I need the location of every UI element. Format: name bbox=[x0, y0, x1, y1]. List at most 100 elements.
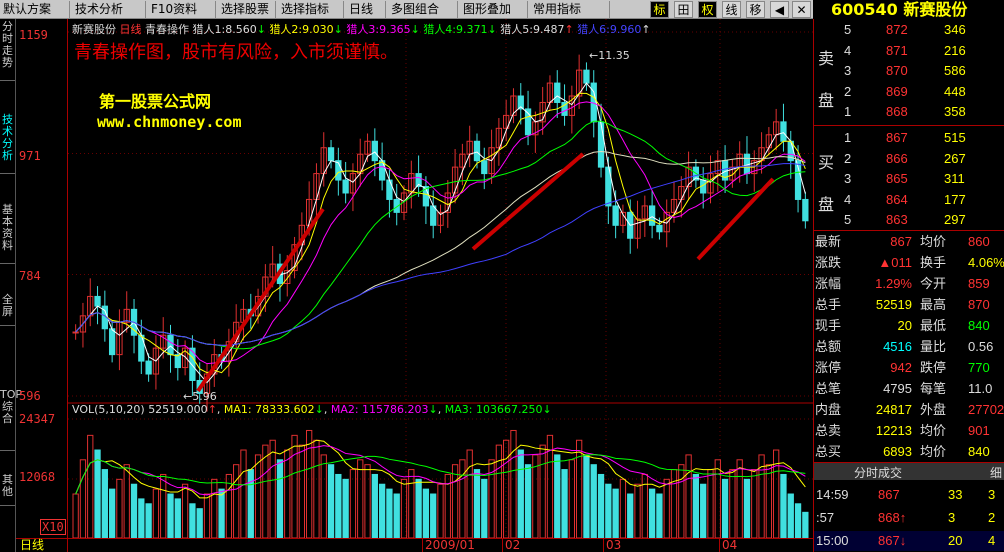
trade-volume: 3 bbox=[948, 510, 956, 525]
stat-label: 总买 bbox=[815, 444, 842, 459]
toolbar-daily[interactable]: 日线 bbox=[346, 1, 386, 18]
tab-other[interactable]: 其他 bbox=[0, 474, 15, 506]
volume-tick: 24347 bbox=[19, 412, 56, 426]
volume-bar bbox=[619, 478, 627, 538]
volume-bar bbox=[721, 478, 729, 538]
volume-bar bbox=[597, 473, 605, 538]
tab-fullscreen[interactable]: 全屏 bbox=[0, 294, 15, 326]
trade-price: 867↓ bbox=[878, 533, 907, 548]
stat-label: 今开 bbox=[920, 276, 947, 291]
toolbar-overlay[interactable]: 图形叠加 bbox=[460, 1, 528, 18]
order-row-sell[interactable]: 4 871 216 bbox=[814, 41, 1004, 61]
volume-bar bbox=[94, 449, 101, 538]
trade-time: 14:59 bbox=[816, 487, 849, 502]
order-row-sell[interactable]: 5 872 346 bbox=[814, 20, 1004, 40]
order-row-buy[interactable]: 3 865 311 bbox=[814, 169, 1004, 189]
order-row-sell[interactable]: 3 870 586 bbox=[814, 61, 1004, 81]
date-label: 2009/01 bbox=[422, 539, 475, 552]
toolbar-multi-chart[interactable]: 多图组合 bbox=[388, 1, 458, 18]
volume-bar bbox=[269, 439, 276, 538]
tab-detail[interactable]: 细 bbox=[990, 464, 1002, 481]
y-axis: 1159 971 784 596 24347 12068 X10 bbox=[16, 19, 68, 552]
volume-bar bbox=[378, 483, 386, 538]
volume-bar bbox=[327, 464, 335, 538]
stat-value: 860 bbox=[968, 234, 990, 249]
toolbar-tech-analysis[interactable]: 技术分析 bbox=[72, 1, 146, 18]
date-label: 03 bbox=[603, 539, 621, 552]
order-row-sell[interactable]: 1 868 358 bbox=[814, 102, 1004, 122]
toolbar-default-scheme[interactable]: 默认方案 bbox=[0, 1, 70, 18]
grid-icon[interactable]: 田 bbox=[674, 1, 693, 18]
stock-name: 新赛股份 bbox=[903, 0, 968, 19]
stat-label: 均价 bbox=[920, 444, 947, 459]
order-level: 4 bbox=[844, 191, 852, 207]
order-row-buy[interactable]: 1 867 515 bbox=[814, 128, 1004, 148]
stat-label: 最低 bbox=[920, 318, 947, 333]
volume-bar bbox=[459, 459, 466, 538]
toolbar-f10[interactable]: F10资料 bbox=[148, 1, 216, 18]
period-label[interactable]: 日线 bbox=[18, 539, 44, 552]
volume-bar bbox=[160, 473, 167, 538]
toolbar-select-indicator[interactable]: 选择指标 bbox=[278, 1, 344, 18]
toolbar-common-indicator[interactable]: 常用指标 bbox=[530, 1, 610, 18]
order-row-buy[interactable]: 5 863 297 bbox=[814, 210, 1004, 230]
close-icon[interactable]: ✕ bbox=[792, 1, 811, 18]
volume-bar bbox=[495, 444, 503, 538]
stat-value: 27702 bbox=[968, 402, 1004, 417]
volume-bar bbox=[787, 493, 794, 538]
vol-ma1: MA1: 78333.602 bbox=[223, 403, 315, 416]
price-tick: 971 bbox=[19, 149, 41, 163]
order-level: 2 bbox=[844, 150, 852, 166]
tab-top[interactable]: TOP综合 bbox=[0, 389, 22, 451]
line-icon[interactable]: 线 bbox=[722, 1, 741, 18]
tab-tick-trades[interactable]: 分时成交 bbox=[854, 464, 902, 481]
volume-bar bbox=[72, 493, 79, 538]
volume-bar bbox=[627, 493, 634, 538]
stat-value: 867 bbox=[890, 234, 912, 249]
legend-period: 日线 bbox=[119, 23, 142, 36]
volume-bar bbox=[685, 454, 692, 538]
stat-value: 24817 bbox=[875, 402, 912, 417]
candle bbox=[481, 160, 488, 175]
trade-tabs: 分时成交 细 bbox=[814, 462, 1004, 480]
candle bbox=[145, 360, 152, 375]
volume-bar bbox=[123, 464, 130, 538]
rights-icon[interactable]: 权 bbox=[698, 1, 717, 18]
stat-label: 最高 bbox=[920, 297, 947, 312]
candle bbox=[648, 205, 656, 226]
volume-bar bbox=[707, 469, 714, 538]
volume-bar bbox=[108, 488, 116, 538]
order-row-buy[interactable]: 2 866 267 bbox=[814, 149, 1004, 169]
order-row-buy[interactable]: 4 864 177 bbox=[814, 190, 1004, 210]
stat-value: 840 bbox=[968, 318, 990, 333]
stock-code: 600540 bbox=[831, 0, 898, 19]
volume-bar bbox=[218, 488, 225, 538]
ma-line bbox=[75, 120, 806, 350]
volume-bar bbox=[430, 493, 437, 538]
stat-value: 859 bbox=[968, 276, 990, 291]
order-volume: 216 bbox=[944, 42, 966, 58]
price-legend: 新赛股份 日线 青春操作 猎人1:8.560↓ 猎人2:9.030↓ 猎人3:9… bbox=[72, 21, 651, 37]
trend-arrow bbox=[471, 152, 585, 251]
move-icon[interactable]: 移 bbox=[746, 1, 765, 18]
volume-bar bbox=[466, 449, 473, 538]
order-volume: 311 bbox=[944, 171, 965, 186]
stat-label: 跌停 bbox=[920, 360, 947, 375]
toolbar-select-stock[interactable]: 选择股票 bbox=[218, 1, 276, 18]
volume-bar bbox=[575, 439, 583, 538]
stat-label: 总卖 bbox=[815, 423, 842, 438]
volume-bar bbox=[751, 469, 758, 538]
stat-row: 总卖 12213 均价 901 bbox=[814, 421, 1004, 441]
tab-technical[interactable]: 技术分析 bbox=[0, 114, 15, 174]
left-arrow-icon[interactable]: ◀ bbox=[770, 1, 789, 18]
candle bbox=[72, 331, 79, 334]
stat-row: 总额 4516 量比 0.56 bbox=[814, 337, 1004, 357]
volume-bar bbox=[371, 473, 378, 538]
order-row-sell[interactable]: 2 869 448 bbox=[814, 82, 1004, 102]
tab-fundamental[interactable]: 基本资料 bbox=[0, 204, 15, 264]
stat-value: 4.06% bbox=[968, 255, 1004, 270]
stat-label: 最新 bbox=[815, 234, 842, 249]
tab-intraday[interactable]: 分时走势 bbox=[0, 21, 15, 81]
mark-icon[interactable]: 标 bbox=[650, 1, 669, 18]
volume-bar bbox=[451, 464, 459, 538]
